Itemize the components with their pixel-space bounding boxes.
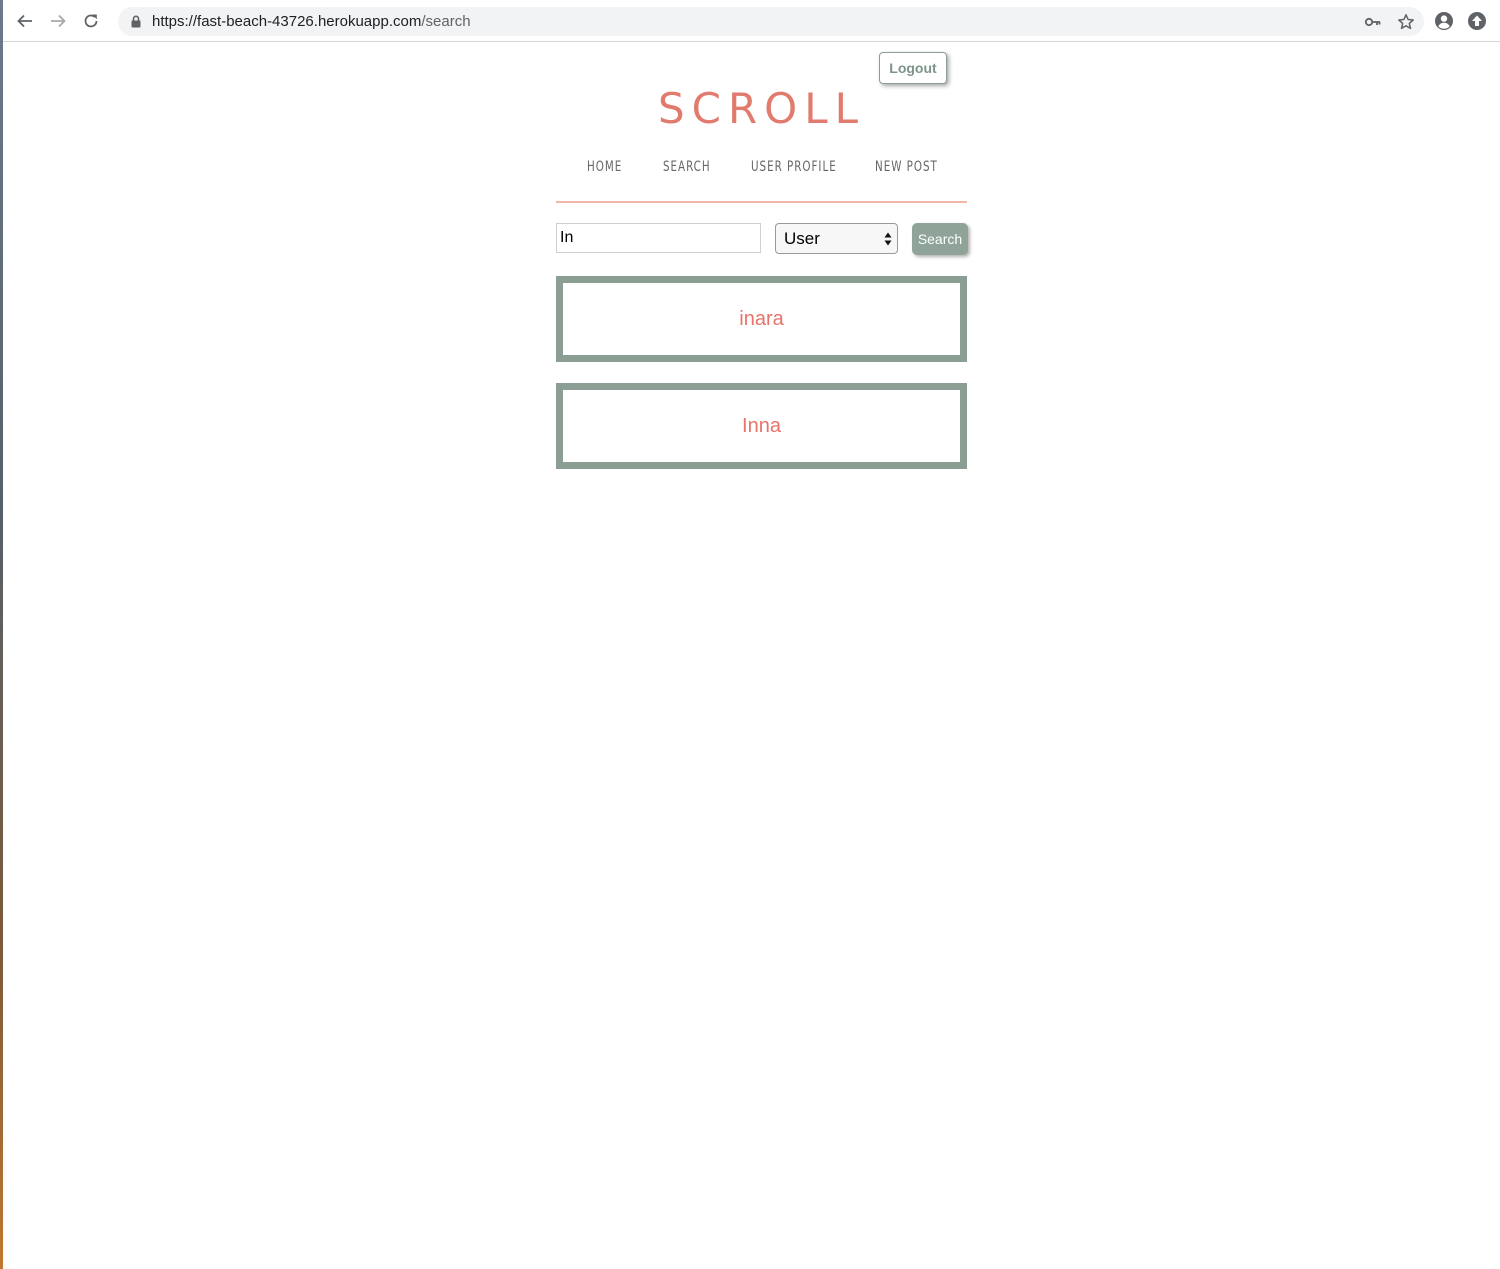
nav-divider bbox=[556, 201, 967, 203]
arrow-right-icon bbox=[51, 14, 66, 28]
site-logo-title: SCROLL bbox=[657, 84, 866, 133]
nav-item-search[interactable]: SEARCH bbox=[663, 159, 711, 175]
back-button[interactable] bbox=[13, 9, 37, 33]
search-type-selected-value: User bbox=[784, 229, 820, 248]
result-card[interactable]: inara bbox=[556, 276, 967, 362]
result-username: inara bbox=[739, 307, 784, 330]
result-username: Inna bbox=[742, 414, 781, 437]
result-card[interactable]: Inna bbox=[556, 383, 967, 469]
lock-icon bbox=[131, 15, 141, 28]
account-circle-icon[interactable] bbox=[1434, 11, 1454, 31]
extension-icon[interactable] bbox=[1467, 11, 1487, 31]
search-input[interactable] bbox=[556, 223, 761, 253]
key-icon[interactable] bbox=[1364, 13, 1382, 31]
browser-toolbar: https://fast-beach-43726.herokuapp.com/s… bbox=[3, 0, 1500, 42]
nav-item-user-profile[interactable]: USER PROFILE bbox=[751, 159, 837, 175]
logout-button[interactable]: Logout bbox=[879, 52, 947, 84]
main-nav: HOME SEARCH USER PROFILE NEW POST bbox=[556, 159, 967, 179]
browser-window: https://fast-beach-43726.herokuapp.com/s… bbox=[0, 0, 1500, 1269]
search-button[interactable]: Search bbox=[912, 223, 968, 255]
url-host: https://fast-beach-43726.herokuapp.com bbox=[152, 13, 422, 30]
arrow-left-icon bbox=[17, 14, 32, 28]
url-path: /search bbox=[421, 13, 471, 30]
reload-button[interactable] bbox=[79, 9, 103, 33]
nav-item-home[interactable]: HOME bbox=[587, 159, 622, 175]
address-bar[interactable]: https://fast-beach-43726.herokuapp.com/s… bbox=[118, 7, 1424, 36]
page-content: Logout SCROLL HOME SEARCH USER PROFILE N… bbox=[3, 42, 1500, 1269]
reload-icon bbox=[84, 14, 98, 28]
nav-item-new-post[interactable]: NEW POST bbox=[875, 159, 938, 175]
forward-button[interactable] bbox=[46, 9, 70, 33]
select-arrows-icon bbox=[884, 232, 892, 246]
search-type-select[interactable]: User bbox=[775, 223, 898, 254]
star-icon[interactable] bbox=[1397, 13, 1415, 31]
url-text: https://fast-beach-43726.herokuapp.com/s… bbox=[152, 13, 471, 30]
